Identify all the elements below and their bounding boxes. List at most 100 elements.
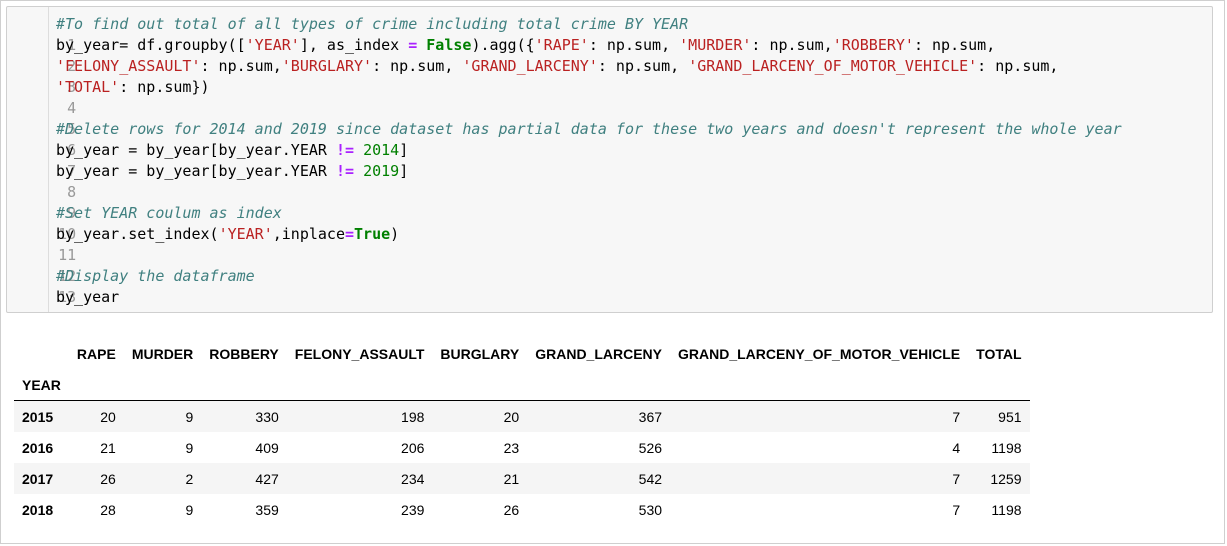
- table-cell: 28: [100, 501, 116, 518]
- code-operator: !=: [335, 141, 355, 159]
- table-cell: 409: [255, 439, 279, 456]
- code-number: 2014: [363, 141, 400, 159]
- table-cell: 951: [998, 408, 1022, 425]
- row-index: 2017: [22, 470, 54, 487]
- code-token: ,inplace: [272, 225, 345, 243]
- code-token: : np.sum,: [751, 36, 833, 54]
- table-cell: 7: [952, 470, 961, 487]
- table-row: 2016 21 9 409 206 23 526 4 1198: [14, 432, 1030, 463]
- code-comment: #Delete rows for 2014 and 2019 since dat…: [56, 120, 1122, 138]
- column-header: MURDER: [131, 345, 194, 362]
- row-index: 2016: [22, 439, 54, 456]
- code-operator: =: [408, 36, 418, 54]
- code-string: 'GRAND_LARCENY_OF_MOTOR_VEHICLE': [688, 57, 978, 75]
- column-header: ROBBERY: [209, 345, 279, 362]
- code-token: : np.sum,: [977, 57, 1059, 75]
- table-row: 2015 20 9 330 198 20 367 7 951: [14, 400, 1030, 432]
- code-token: by_year= df.groupby([: [56, 36, 246, 54]
- column-header: RAPE: [76, 345, 116, 362]
- code-string: 'FELONY_ASSAULT': [56, 57, 201, 75]
- code-line-11: 11 by_year.set_index('YEAR',inplace=True…: [7, 224, 1207, 264]
- table-header-row: RAPE MURDER ROBBERY FELONY_ASSAULT BURGL…: [14, 338, 1030, 369]
- code-line-5: 5: [7, 98, 1207, 138]
- code-string: 'ROBBERY': [832, 36, 914, 54]
- column-header: BURGLARY: [440, 345, 520, 362]
- table-cell: 26: [100, 470, 116, 487]
- index-name-row: YEAR: [14, 369, 1030, 401]
- code-token: by_year: [56, 288, 120, 306]
- code-token: ): [390, 225, 400, 243]
- table-row: 2017 26 2 427 234 21 542 7 1259: [14, 463, 1030, 494]
- code-token: : np.sum,: [200, 57, 282, 75]
- table-cell: 1198: [991, 439, 1022, 456]
- code-number: 2019: [363, 162, 400, 180]
- table-cell: 20: [100, 408, 116, 425]
- table-cell: 9: [185, 408, 194, 425]
- code-line-4: 4 'TOTAL': np.sum}): [7, 77, 1207, 117]
- table-cell: 9: [185, 439, 194, 456]
- code-line-14: 14 by_year: [7, 287, 1207, 312]
- code-comment: #Display the dataframe: [56, 267, 255, 285]
- code-token: : np.sum}): [119, 78, 210, 96]
- code-string: 'TOTAL': [56, 78, 120, 96]
- column-header: FELONY_ASSAULT: [294, 345, 425, 362]
- column-header: TOTAL: [976, 345, 1022, 362]
- dataframe-output-table: RAPE MURDER ROBBERY FELONY_ASSAULT BURGL…: [14, 338, 1030, 525]
- table-cell: 2: [185, 470, 194, 487]
- table-cell: 367: [638, 408, 663, 425]
- code-token: ], as_index: [299, 36, 409, 54]
- code-string: 'YEAR': [218, 225, 273, 243]
- table-cell: 1198: [991, 501, 1022, 518]
- table-cell: 526: [638, 439, 663, 456]
- code-string: 'RAPE': [534, 36, 589, 54]
- table-cell: 427: [255, 470, 279, 487]
- table-cell: 7: [952, 408, 961, 425]
- code-line-6: 6 #Delete rows for 2014 and 2019 since d…: [7, 119, 1207, 159]
- code-line-9: 9: [7, 182, 1207, 222]
- code-token: : np.sum,: [597, 57, 689, 75]
- code-cell-input[interactable]: 1 #To find out total of all types of cri…: [6, 6, 1213, 313]
- code-operator: =: [345, 225, 355, 243]
- code-line-2: 2 by_year= df.groupby(['YEAR'], as_index…: [7, 35, 1207, 75]
- code-keyword: False: [426, 36, 472, 54]
- table-cell: 330: [255, 408, 279, 425]
- code-keyword: True: [354, 225, 391, 243]
- code-operator: !=: [335, 162, 355, 180]
- code-token: : np.sum,: [588, 36, 680, 54]
- code-token: by_year.set_index(: [56, 225, 219, 243]
- table-cell: 234: [401, 470, 425, 487]
- code-token: ).agg({: [471, 36, 535, 54]
- code-comment: #Set YEAR coulum as index: [56, 204, 282, 222]
- table-cell: 4: [952, 439, 961, 456]
- code-token: by_year = by_year[by_year.YEAR: [56, 141, 336, 159]
- table-cell: 9: [185, 501, 194, 518]
- table-cell: 21: [503, 470, 520, 487]
- code-token: by_year = by_year[by_year.YEAR: [56, 162, 336, 180]
- code-token: : np.sum,: [372, 57, 463, 75]
- table-cell: 1259: [990, 470, 1022, 487]
- table-row: 2018 28 9 359 239 26 530 7 1198: [14, 494, 1030, 525]
- code-line-8: 8 by_year = by_year[by_year.YEAR != 2019…: [7, 161, 1207, 201]
- index-name: YEAR: [22, 376, 61, 393]
- code-string: 'MURDER': [679, 36, 752, 54]
- table-cell: 542: [638, 470, 663, 487]
- code-line-12: 12: [7, 245, 1207, 285]
- code-line-1: 1 #To find out total of all types of cri…: [7, 14, 1207, 54]
- table-cell: 530: [638, 501, 663, 518]
- line-number: 14: [43, 308, 76, 312]
- index-corner-cell: [14, 338, 69, 369]
- code-token: ]: [399, 141, 409, 159]
- code-token: : np.sum,: [913, 36, 996, 54]
- code-token: ]: [399, 162, 409, 180]
- table-cell: 23: [503, 439, 520, 456]
- code-string: 'GRAND_LARCENY': [462, 57, 598, 75]
- code-line-3: 3 'FELONY_ASSAULT': np.sum,'BURGLARY': n…: [7, 56, 1207, 96]
- row-index: 2015: [22, 408, 54, 425]
- code-line-7: 7 by_year = by_year[by_year.YEAR != 2014…: [7, 140, 1207, 180]
- table-cell: 21: [100, 439, 116, 456]
- table-cell: 7: [952, 501, 961, 518]
- code-string: 'BURGLARY': [281, 57, 373, 75]
